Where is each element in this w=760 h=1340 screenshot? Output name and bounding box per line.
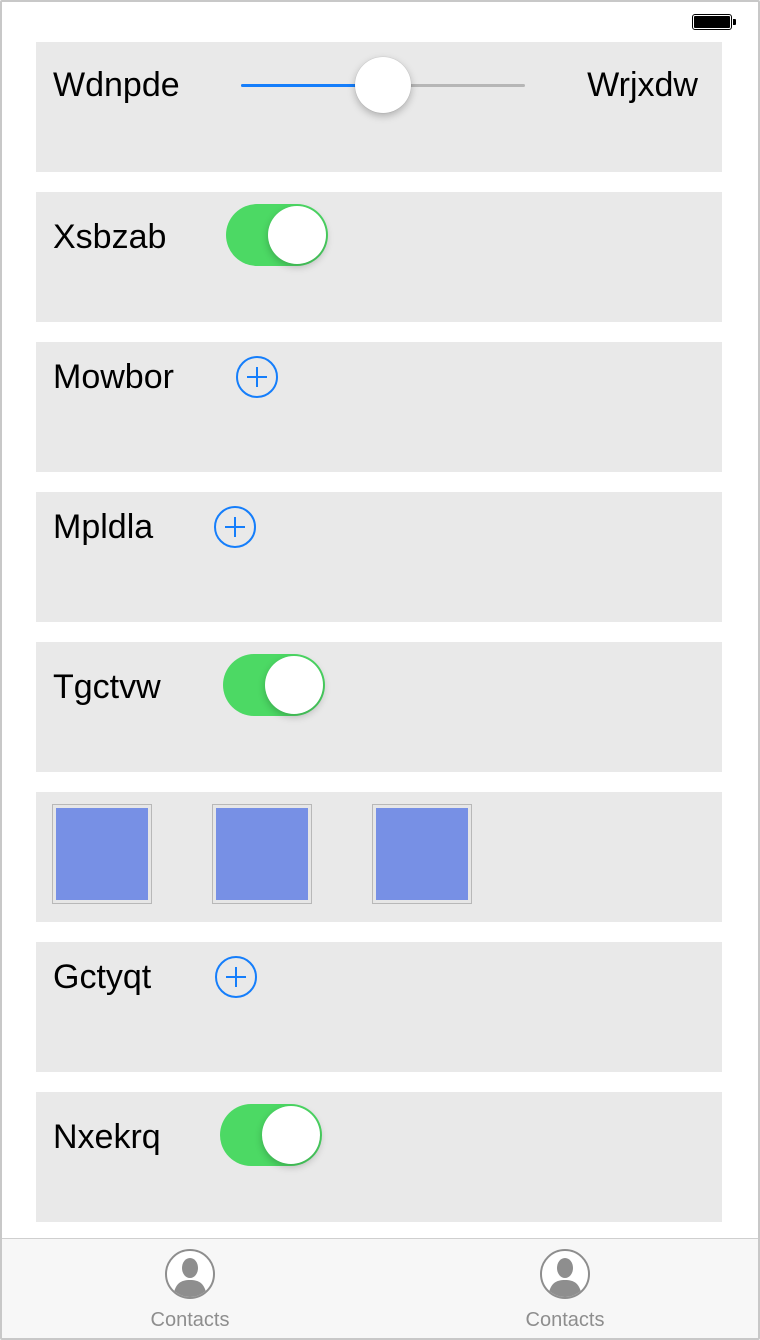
image-tile-3[interactable] — [372, 804, 472, 904]
toggle-row-3-label: Nxekrq — [53, 1118, 161, 1156]
add-button-3[interactable] — [215, 956, 257, 998]
tab-contacts-2[interactable]: Contacts — [465, 1239, 665, 1338]
toggle-knob — [265, 656, 323, 714]
battery-full-icon — [692, 14, 736, 32]
add-row-1-label: Mowbor — [53, 358, 174, 396]
toggle-row-1: Xsbzab — [36, 192, 722, 322]
add-row-3-label: Gctyqt — [53, 958, 152, 996]
tab-bar: Contacts Contacts — [2, 1238, 758, 1338]
contacts-icon — [540, 1249, 590, 1299]
tab-label: Contacts — [150, 1309, 230, 1331]
contacts-icon — [165, 1249, 215, 1299]
toggle-row-2: Tgctvw — [36, 642, 722, 772]
add-button-2[interactable] — [214, 506, 256, 548]
add-row-2: Mpldla — [36, 492, 722, 622]
tab-contacts-1[interactable]: Contacts — [90, 1239, 290, 1338]
slider-min-label: Wdnpde — [53, 66, 180, 104]
app-screen: Wdnpde Wrjxdw Xsbzab Mowbor Mpldla Tgctv… — [0, 0, 760, 1340]
toggle-row-1-label: Xsbzab — [53, 218, 167, 256]
slider-thumb[interactable] — [355, 57, 411, 113]
tab-label: Contacts — [525, 1309, 605, 1331]
add-row-1: Mowbor — [36, 342, 722, 472]
toggle-switch-3[interactable] — [220, 1104, 322, 1166]
tiles-row — [36, 792, 722, 922]
toggle-switch-2[interactable] — [223, 654, 325, 716]
toggle-switch-1[interactable] — [226, 204, 328, 266]
slider-row: Wdnpde Wrjxdw — [36, 42, 722, 172]
image-tile-2[interactable] — [212, 804, 312, 904]
toggle-row-2-label: Tgctvw — [53, 668, 161, 706]
add-row-2-label: Mpldla — [53, 508, 154, 546]
slider[interactable] — [241, 57, 525, 113]
toggle-knob — [262, 1106, 320, 1164]
add-button-1[interactable] — [236, 356, 278, 398]
toggle-knob — [268, 206, 326, 264]
slider-max-label: Wrjxdw — [587, 66, 698, 104]
image-tile-1[interactable] — [52, 804, 152, 904]
add-row-3: Gctyqt — [36, 942, 722, 1072]
toggle-row-3: Nxekrq — [36, 1092, 722, 1222]
